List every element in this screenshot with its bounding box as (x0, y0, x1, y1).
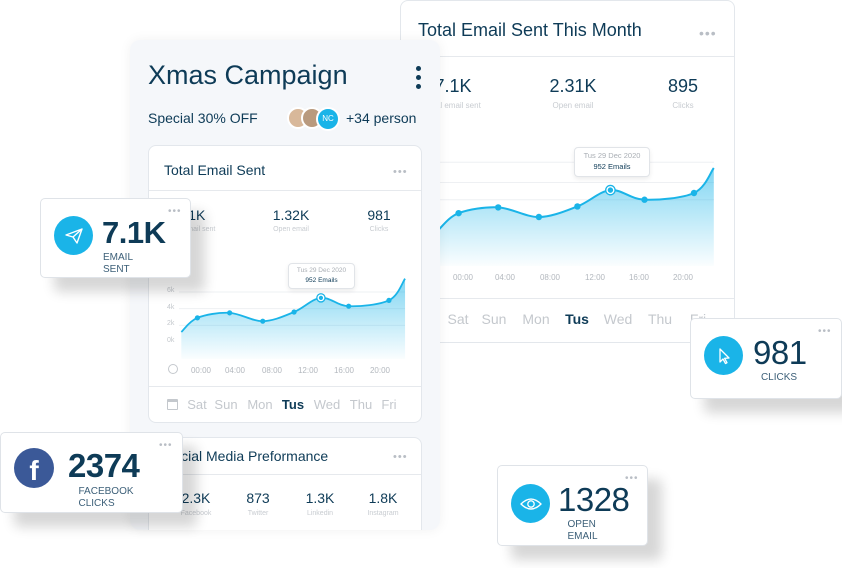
more-horizontal-icon[interactable]: ••• (159, 441, 173, 451)
tooltip-value: 952 Emails (593, 162, 631, 171)
divider (149, 474, 421, 475)
social-stat-value: 1.3K (305, 490, 335, 506)
data-point[interactable] (260, 318, 266, 324)
data-point[interactable] (495, 204, 502, 211)
data-point[interactable] (574, 203, 581, 210)
facebook-clicks-widget: ••• f 2374 FACEBOOK CLICKS (0, 432, 183, 513)
y-tick-label: 4k (167, 303, 175, 311)
email-sent-widget: ••• 7.1K EMAIL SENT (40, 198, 191, 278)
widget-value: 2374 (68, 447, 140, 484)
total-email-card: Total Email Sent ••• 7.1K Total email se… (148, 145, 422, 423)
facebook-icon: f (14, 448, 54, 488)
tooltip-date: Tus 29 Dec 2020 (583, 151, 641, 160)
chart-tooltip: Tus 29 Dec 2020 952 Emails (574, 147, 650, 177)
social-stat-value: 2.3K (181, 490, 211, 506)
y-tick-label: 6k (167, 287, 175, 295)
x-tick-label: 00:00 (190, 366, 212, 375)
y-tick-label: 0k (167, 337, 175, 344)
widget-value: 981 (753, 334, 807, 371)
day-tab-tus[interactable]: Tus (282, 397, 304, 412)
widget-value: 1328 (558, 481, 630, 518)
more-horizontal-icon[interactable]: ••• (393, 452, 408, 463)
widget-label: CLICKS (760, 372, 798, 383)
social-stat-label: Twitter (247, 510, 269, 517)
data-point[interactable] (455, 209, 462, 217)
calendar-icon (167, 399, 178, 410)
data-point[interactable] (227, 310, 233, 316)
x-tick-label: 12:00 (584, 273, 606, 282)
x-tick-label: 00:00 (452, 273, 474, 282)
clicks-widget: ••• 981 CLICKS (690, 318, 842, 399)
x-tick-label: 08:00 (261, 366, 283, 375)
more-horizontal-icon[interactable]: ••• (168, 207, 182, 217)
day-tab-sun[interactable]: Sun (482, 311, 507, 327)
data-point[interactable] (535, 213, 543, 221)
day-tab-thu[interactable]: Thu (350, 397, 372, 412)
divider (401, 298, 734, 299)
chart-tooltip: Tus 29 Dec 2020 952 Emails (288, 263, 355, 289)
tooltip-value: 952 Emails (305, 277, 338, 284)
widget-label: EMAIL SENT (103, 252, 133, 275)
paper-plane-icon (54, 216, 93, 255)
day-tab-wed[interactable]: Wed (314, 397, 341, 412)
x-tick-label: 20:00 (369, 366, 391, 375)
widget-value: 7.1K (102, 215, 166, 250)
more-vertical-icon[interactable] (416, 66, 422, 92)
open-email-widget: ••• 1328 OPEN EMAIL (497, 465, 648, 546)
data-point[interactable] (194, 315, 201, 321)
clock-icon (168, 364, 178, 374)
x-tick-label: 08:00 (539, 273, 561, 282)
cursor-icon (704, 336, 743, 375)
monthly-email-card: Total Email Sent This Month ••• 7.1K Tot… (400, 0, 735, 343)
day-tab-sun[interactable]: Sun (214, 397, 237, 412)
more-horizontal-icon[interactable]: ••• (818, 327, 832, 337)
day-tab-tus[interactable]: Tus (565, 311, 589, 327)
social-stat-label: Instagram (367, 510, 399, 517)
data-point[interactable] (346, 303, 352, 309)
campaign-title: Xmas Campaign (148, 60, 348, 90)
area-fill (181, 278, 406, 359)
x-tick-label: 16:00 (333, 366, 355, 375)
avatar-initials: NC (322, 114, 334, 123)
data-point[interactable] (386, 297, 392, 303)
day-tab-mon[interactable]: Mon (522, 311, 549, 327)
day-tab-mon[interactable]: Mon (247, 397, 272, 412)
social-media-card: Social Media Preformance ••• 2.3K Faceboo… (148, 437, 422, 530)
x-tick-label: 04:00 (224, 366, 246, 375)
day-tab-wed[interactable]: Wed (604, 311, 633, 327)
data-point[interactable] (690, 189, 698, 197)
y-tick-label: 2k (167, 320, 175, 328)
day-tab-sat[interactable]: Sat (447, 311, 468, 327)
social-stat-value: 873 (246, 490, 270, 506)
social-stat-value: 1.8K (368, 490, 398, 506)
tooltip-date: Tus 29 Dec 2020 (296, 267, 347, 274)
data-point[interactable] (641, 196, 648, 203)
social-stat-label: Linkedin (306, 510, 334, 517)
monthly-area-chart (438, 161, 715, 266)
x-tick-label: 04:00 (494, 273, 516, 282)
campaign-subtitle: Special 30% OFF (148, 110, 258, 126)
divider (149, 386, 421, 387)
day-tab-sat[interactable]: Sat (187, 397, 207, 412)
day-tab-fri[interactable]: Fri (381, 397, 396, 412)
widget-label: OPEN EMAIL (567, 519, 598, 542)
avatar: NC (316, 107, 340, 131)
x-tick-label: 16:00 (628, 273, 650, 282)
x-tick-label: 12:00 (297, 366, 319, 375)
widget-label: FACEBOOK CLICKS (78, 486, 134, 509)
social-stat-label: Facebook (180, 510, 212, 517)
day-tab-thu[interactable]: Thu (648, 311, 672, 327)
eye-icon (511, 484, 550, 523)
card-title: Social Media Preformance (164, 448, 329, 464)
data-point[interactable] (291, 309, 297, 315)
x-tick-label: 20:00 (672, 273, 694, 282)
people-count: +34 person (346, 110, 417, 126)
